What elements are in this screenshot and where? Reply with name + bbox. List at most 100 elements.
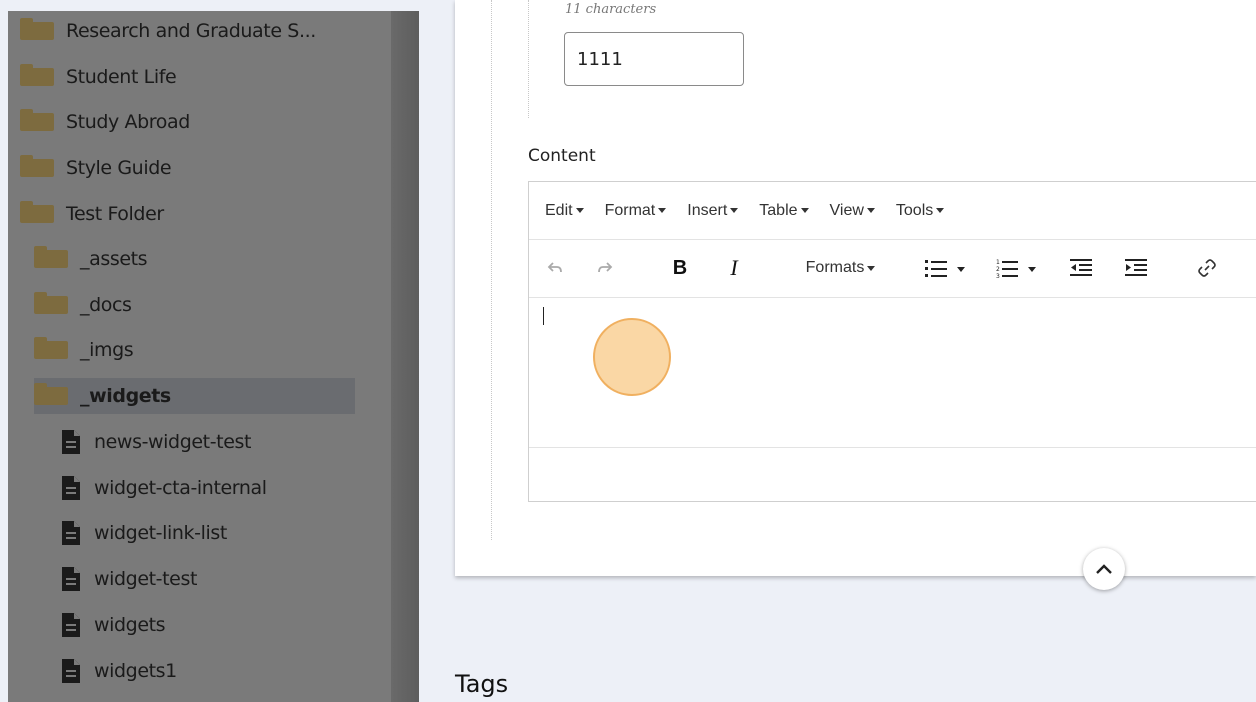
tree-item-label: Student Life <box>66 65 177 88</box>
tree-item-label: widgets1 <box>94 659 177 682</box>
menu-label: Tools <box>895 201 934 219</box>
tree-item-label: Test Folder <box>66 202 164 225</box>
bullet-list-button[interactable] <box>925 254 971 282</box>
menu-label: Table <box>759 201 798 219</box>
tree-item-label: Research and Graduate S... <box>66 20 316 42</box>
folder-icon <box>34 383 68 406</box>
bold-button[interactable]: B <box>667 254 693 282</box>
menu-tools[interactable]: Tools <box>895 201 945 220</box>
menu-view[interactable]: View <box>830 202 875 220</box>
folder-icon <box>34 337 68 360</box>
numbered-list-button[interactable]: 123 <box>996 254 1042 282</box>
editor-statusbar <box>529 447 1256 503</box>
tree-item-label: _imgs <box>80 339 134 362</box>
file-item[interactable]: widget-link-list <box>60 515 227 551</box>
rich-text-editor: Edit Format Insert Table View Tools B I Forma… <box>528 181 1256 502</box>
formats-dropdown[interactable]: Formats <box>793 254 888 282</box>
undo-icon[interactable] <box>543 254 567 282</box>
click-indicator <box>593 318 671 396</box>
folder-item[interactable]: _widgets <box>34 378 355 415</box>
tree-item-label: widgets <box>94 613 166 636</box>
svg-text:3: 3 <box>996 273 1000 278</box>
folder-item[interactable]: Student Life <box>20 59 177 95</box>
sidebar-resize-handle[interactable] <box>391 11 419 702</box>
numbered-list-icon: 123 <box>996 259 1036 278</box>
redo-icon[interactable] <box>593 254 617 282</box>
chevron-down-icon <box>936 208 945 213</box>
document-icon <box>60 429 94 455</box>
outdent-icon <box>1070 259 1092 276</box>
menu-label: Format <box>604 201 656 219</box>
chevron-down-icon <box>866 208 875 213</box>
file-item[interactable]: widget-test <box>60 561 197 597</box>
folder-item[interactable]: _imgs <box>34 332 134 368</box>
chevron-down-icon <box>730 208 739 213</box>
italic-button[interactable]: I <box>721 254 747 282</box>
formats-label: Formats <box>805 259 865 276</box>
document-icon <box>60 475 94 501</box>
tree-item-label: widget-link-list <box>94 522 227 545</box>
chevron-up-icon <box>1096 564 1112 574</box>
folder-item[interactable]: Research and Graduate S... <box>20 13 316 49</box>
menu-table[interactable]: Table <box>759 201 809 220</box>
file-item[interactable]: widget-cta-internal <box>60 470 267 506</box>
folder-item[interactable]: Study Abroad <box>20 104 190 140</box>
tree-item-label: Study Abroad <box>66 111 190 134</box>
tree-item-label: Style Guide <box>66 157 172 180</box>
folder-item[interactable]: Test Folder <box>20 196 164 232</box>
chevron-down-icon <box>800 208 809 213</box>
menu-label: Edit <box>545 201 573 219</box>
chevron-down-icon <box>867 265 876 271</box>
editor-content-area[interactable] <box>529 297 1256 447</box>
field-guide-line <box>528 0 529 118</box>
bullet-list-icon <box>925 260 965 277</box>
edit-form-panel: 11 characters Content Edit Format Insert Ta… <box>455 0 1256 590</box>
folder-item[interactable]: _assets <box>34 241 148 277</box>
chevron-down-icon <box>575 208 584 213</box>
menu-edit[interactable]: Edit <box>545 202 584 220</box>
tree-item-label: widget-cta-internal <box>94 476 267 499</box>
document-icon <box>60 612 94 638</box>
file-tree-sidebar: Research and Graduate S... Student Life St… <box>8 11 391 702</box>
chevron-down-icon <box>658 208 667 213</box>
section-guide-line <box>491 0 492 540</box>
file-item[interactable]: widgets <box>60 607 166 643</box>
collapse-section-button[interactable] <box>1083 548 1125 590</box>
outdent-button[interactable] <box>1069 254 1093 282</box>
menu-format[interactable]: Format <box>605 202 667 220</box>
document-icon <box>60 520 94 546</box>
menu-label: View <box>829 201 864 219</box>
text-cursor <box>543 307 544 325</box>
folder-icon <box>20 18 54 40</box>
folder-icon <box>34 246 68 268</box>
number-field[interactable] <box>564 32 744 86</box>
folder-icon <box>20 109 54 132</box>
tags-heading: Tags <box>455 670 509 698</box>
link-button[interactable] <box>1195 254 1219 282</box>
file-item[interactable]: widgets1 <box>60 653 177 689</box>
tree-item-label: widget-test <box>94 568 198 591</box>
folder-item[interactable]: _docs <box>34 287 132 323</box>
folder-icon <box>20 63 54 86</box>
content-field-label: Content <box>528 146 596 166</box>
folder-item[interactable]: Style Guide <box>20 150 172 186</box>
svg-text:1: 1 <box>996 259 1000 266</box>
link-icon <box>1198 259 1216 277</box>
folder-icon <box>20 155 54 178</box>
tree-item-label: _docs <box>80 293 132 316</box>
indent-button[interactable] <box>1124 254 1148 282</box>
svg-text:2: 2 <box>996 266 1000 273</box>
menu-label: Insert <box>687 201 728 219</box>
menu-insert[interactable]: Insert <box>687 201 739 220</box>
character-count-hint: 11 characters <box>565 2 657 17</box>
indent-icon <box>1125 259 1147 276</box>
tree-item-label: _widgets <box>80 385 171 408</box>
editor-menubar: Edit Format Insert Table View Tools <box>529 182 1256 239</box>
editor-toolbar: B I Formats 123 <box>529 239 1256 298</box>
folder-icon <box>34 291 68 314</box>
tree-item-label: news-widget-test <box>94 431 252 453</box>
document-icon <box>60 566 94 592</box>
file-item[interactable]: news-widget-test <box>60 424 251 460</box>
folder-icon <box>20 200 54 223</box>
tree-item-label: _assets <box>80 248 148 270</box>
